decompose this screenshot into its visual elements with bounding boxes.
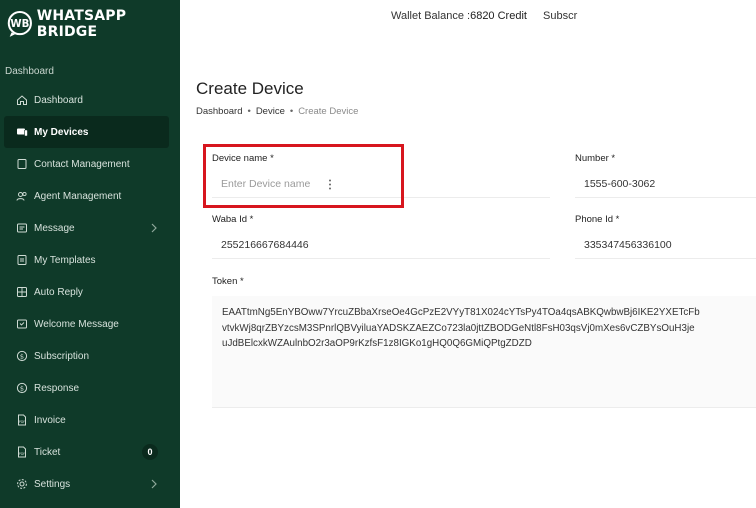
sidebar-item-label: Contact Management <box>34 158 130 170</box>
device-name-input[interactable] <box>221 177 550 190</box>
waba-id-value[interactable]: 255216667684446 <box>221 239 309 251</box>
sidebar-item-label: My Devices <box>34 126 89 138</box>
breadcrumb: Dashboard • Device • Create Device <box>196 106 358 117</box>
sidebar-nav: Dashboard My Devices Contact Management … <box>0 84 180 500</box>
breadcrumb-device[interactable]: Device <box>256 106 285 117</box>
sidebar-item-label: My Templates <box>34 254 96 266</box>
sidebar-item-label: Auto Reply <box>34 286 83 298</box>
token-line: uJdBElcxkWZAulnbO2r3aOP9rKzfsF1z8IGKo1gH… <box>222 338 532 349</box>
waba-id-field[interactable]: 255216667684446 <box>212 231 550 259</box>
token-label: Token * <box>212 276 244 287</box>
brand-logo[interactable]: WB WHATSAPP BRIDGE <box>6 8 180 40</box>
dollar-icon: $ <box>16 382 28 394</box>
sidebar-item-label: Message <box>34 222 75 234</box>
wallet-balance-value: 6820 Credit <box>470 10 527 22</box>
phone-id-label: Phone Id * <box>575 214 620 225</box>
chevron-right-icon <box>151 479 157 489</box>
ticket-count-badge: 0 <box>142 444 158 460</box>
sidebar-item-my-templates[interactable]: My Templates <box>0 244 180 276</box>
sidebar-item-label: Settings <box>34 478 71 490</box>
sidebar-item-my-devices[interactable]: My Devices <box>4 116 169 148</box>
sidebar-item-message[interactable]: Message <box>0 212 180 244</box>
sidebar-item-label: Agent Management <box>34 190 122 202</box>
sidebar-item-contact-management[interactable]: Contact Management <box>0 148 180 180</box>
number-field[interactable]: 1555-600-3062 <box>575 170 756 198</box>
welcome-icon <box>16 318 28 330</box>
contact-icon <box>16 158 28 170</box>
template-icon <box>16 254 28 266</box>
svg-text:$: $ <box>20 352 24 360</box>
sidebar-item-label: Invoice <box>34 414 66 426</box>
sidebar-item-subscription[interactable]: $ Subscription <box>0 340 180 372</box>
sidebar-item-label: Dashboard <box>34 94 83 106</box>
chevron-right-icon <box>151 223 157 233</box>
breadcrumb-dashboard[interactable]: Dashboard <box>196 106 242 117</box>
sidebar-item-label: Ticket <box>34 446 61 458</box>
sidebar-item-label: Welcome Message <box>34 318 119 330</box>
sidebar-item-dashboard[interactable]: Dashboard <box>0 84 180 116</box>
breadcrumb-separator: • <box>247 106 251 117</box>
svg-text:WB: WB <box>10 19 29 30</box>
token-line: EAATtmNg5EnYBOww7YrcuZBbaXrseOe4GcPzE2VY… <box>222 307 700 318</box>
svg-text:PDF: PDF <box>19 420 25 424</box>
wallet-balance-label: Wallet Balance : <box>391 10 471 22</box>
message-icon <box>16 222 28 234</box>
page-title: Create Device <box>196 79 304 98</box>
sidebar-item-settings[interactable]: Settings <box>0 468 180 500</box>
sidebar-item-welcome-message[interactable]: Welcome Message <box>0 308 180 340</box>
users-icon <box>16 190 28 202</box>
sidebar-item-label: Response <box>34 382 80 394</box>
device-name-label: Device name * <box>212 153 274 164</box>
sidebar-item-ticket[interactable]: PDF Ticket 0 <box>0 436 180 468</box>
sidebar-item-invoice[interactable]: PDF Invoice <box>0 404 180 436</box>
sidebar-item-agent-management[interactable]: Agent Management <box>0 180 180 212</box>
devices-icon <box>16 126 28 138</box>
waba-id-label: Waba Id * <box>212 214 254 225</box>
token-textarea[interactable]: EAATtmNg5EnYBOww7YrcuZBbaXrseOe4GcPzE2VY… <box>212 296 756 408</box>
number-label: Number * <box>575 153 616 164</box>
breadcrumb-separator: • <box>289 106 294 117</box>
ticket-icon: PDF <box>16 446 28 458</box>
sidebar: WB WHATSAPP BRIDGE Dashboard Dashboard M… <box>0 0 180 508</box>
breadcrumb-current: Create Device <box>298 106 359 117</box>
pdf-icon: PDF <box>16 414 28 426</box>
subscription-link[interactable]: Subscr <box>543 10 577 22</box>
token-line: vtvkWj8qrZBYzcsM3SPnrlQBVyiluaYADSKZAEZC… <box>222 322 695 334</box>
sidebar-item-label: Subscription <box>34 350 90 362</box>
phone-id-field[interactable]: 335347456336100 <box>575 231 756 259</box>
sidebar-item-response[interactable]: $ Response <box>0 372 180 404</box>
dollar-icon: $ <box>16 350 28 362</box>
sidebar-item-auto-reply[interactable]: Auto Reply <box>0 276 180 308</box>
wallet-balance: Wallet Balance :6820 Credit <box>391 10 527 22</box>
svg-text:$: $ <box>20 384 24 392</box>
svg-text:PDF: PDF <box>19 452 25 456</box>
phone-id-value[interactable]: 335347456336100 <box>584 239 672 251</box>
grid-icon <box>16 286 28 298</box>
device-name-field[interactable] <box>212 170 550 198</box>
whatsapp-bridge-logo-icon: WB <box>7 10 32 37</box>
brand-name: WHATSAPP BRIDGE <box>36 8 127 40</box>
number-value[interactable]: 1555-600-3062 <box>584 178 655 190</box>
sidebar-section-label: Dashboard <box>5 66 54 77</box>
home-icon <box>16 94 28 106</box>
gear-icon <box>16 478 28 490</box>
text-cursor-icon <box>329 179 331 190</box>
